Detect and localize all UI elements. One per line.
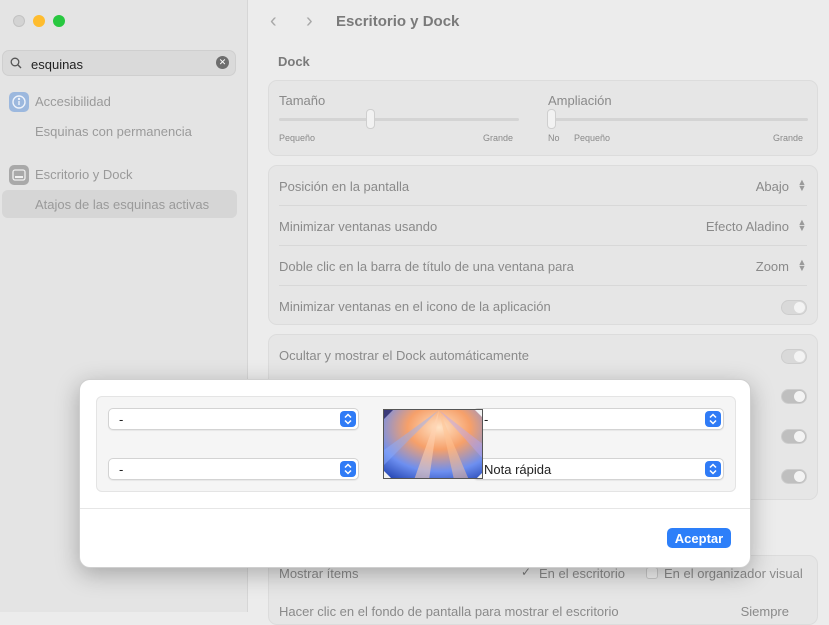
double-click-value[interactable]: Zoom [756,259,789,274]
sidebar-item-label: Atajos de las esquinas activas [35,197,210,212]
size-slider-knob[interactable] [366,109,376,129]
forward-button[interactable]: › [306,10,313,33]
search-icon [10,57,22,69]
magnification-label: Ampliación [548,93,612,108]
dock-options-card: Posición en la pantalla Abajo ▲ ▼ Minimiz… [268,165,818,325]
hot-corners-dialog: - - - Nota rápida Aceptar [79,379,751,568]
back-button[interactable]: ‹ [270,10,277,33]
divider [279,245,807,246]
show-on-desktop-label: En el escritorio [539,566,625,581]
wallpaper-image [384,410,482,478]
size-max-label: Grande [483,133,514,143]
setting-toggle[interactable] [781,389,807,404]
screen-preview [383,409,483,479]
sidebar-item-desktop-dock[interactable]: Escritorio y Dock [0,161,247,189]
updown-arrows-icon[interactable] [705,461,721,477]
popup-value: - [119,462,124,477]
autohide-toggle[interactable] [781,349,807,364]
double-click-label: Doble clic en la barra de título de una … [279,259,574,274]
search-field[interactable]: ✕ [2,50,236,76]
divider [279,285,807,286]
setting-toggle[interactable] [781,429,807,444]
dock-icon [9,165,29,185]
magnification-max-label: Grande [773,133,804,143]
setting-toggle[interactable] [781,469,807,484]
magnification-slider-knob[interactable] [547,109,556,129]
size-min-label: Pequeño [279,133,316,143]
window-controls [13,15,65,27]
sidebar-item-accessibility[interactable]: Accesibilidad [0,88,247,116]
stage-manager-checkbox[interactable] [646,567,658,579]
updown-arrows-icon[interactable] [705,411,721,427]
show-items-label: Mostrar ítems [279,566,359,581]
sidebar-item-label: Esquinas con permanencia [35,124,192,139]
magnification-slider-track[interactable] [548,118,808,121]
clear-search-icon[interactable]: ✕ [216,56,229,69]
search-input[interactable] [29,54,213,74]
bottom-right-corner-popup[interactable]: Nota rápida [473,458,724,480]
popup-value: - [484,412,489,427]
sidebar-subitem-hot-corners-dwell[interactable]: Esquinas con permanencia [0,118,247,146]
minimize-effect-stepper-icon[interactable]: ▲ ▼ [797,218,807,233]
zoom-window-button[interactable] [53,15,65,27]
size-slider-track[interactable] [279,118,519,121]
minimize-into-app-label: Minimizar ventanas en el icono de la apl… [279,299,551,314]
accessibility-icon [9,92,29,112]
minimize-window-button[interactable] [33,15,45,27]
dock-section-heading: Dock [278,54,310,69]
sidebar-item-label: Escritorio y Dock [35,167,133,182]
minimize-effect-label: Minimizar ventanas usando [279,219,438,234]
autohide-label: Ocultar y mostrar el Dock automáticament… [279,348,529,363]
dock-size-card: Tamaño Pequeño Grande Ampliación No Pequ… [268,80,818,156]
updown-arrows-icon[interactable] [340,461,356,477]
minimize-into-app-toggle[interactable] [781,300,807,315]
ok-button[interactable]: Aceptar [667,528,731,548]
position-value[interactable]: Abajo [756,179,789,194]
popup-value: Nota rápida [484,462,552,477]
top-left-corner-popup[interactable]: - [108,408,359,430]
size-label: Tamaño [279,93,326,108]
updown-arrows-icon[interactable] [340,411,356,427]
position-stepper-icon[interactable]: ▲ ▼ [797,178,807,193]
sidebar-item-label: Accesibilidad [35,94,111,109]
close-window-button[interactable] [13,15,25,27]
divider [279,205,807,206]
double-click-stepper-icon[interactable]: ▲ ▼ [797,258,807,273]
position-label: Posición en la pantalla [279,179,410,194]
top-right-corner-popup[interactable]: - [473,408,724,430]
dialog-divider [80,508,750,509]
magnification-min-label: Pequeño [574,133,611,143]
hot-corners-panel: - - - Nota rápida [96,396,736,492]
minimize-effect-value[interactable]: Efecto Aladino [706,219,789,234]
magnification-off-label: No [548,133,560,143]
bottom-left-corner-popup[interactable]: - [108,458,359,480]
page-title: Escritorio y Dock [336,13,460,30]
show-in-stage-manager-label: En el organizador visual [664,566,803,581]
sidebar-subitem-hot-corners[interactable]: Atajos de las esquinas activas [0,191,247,219]
popup-value: - [119,412,124,427]
